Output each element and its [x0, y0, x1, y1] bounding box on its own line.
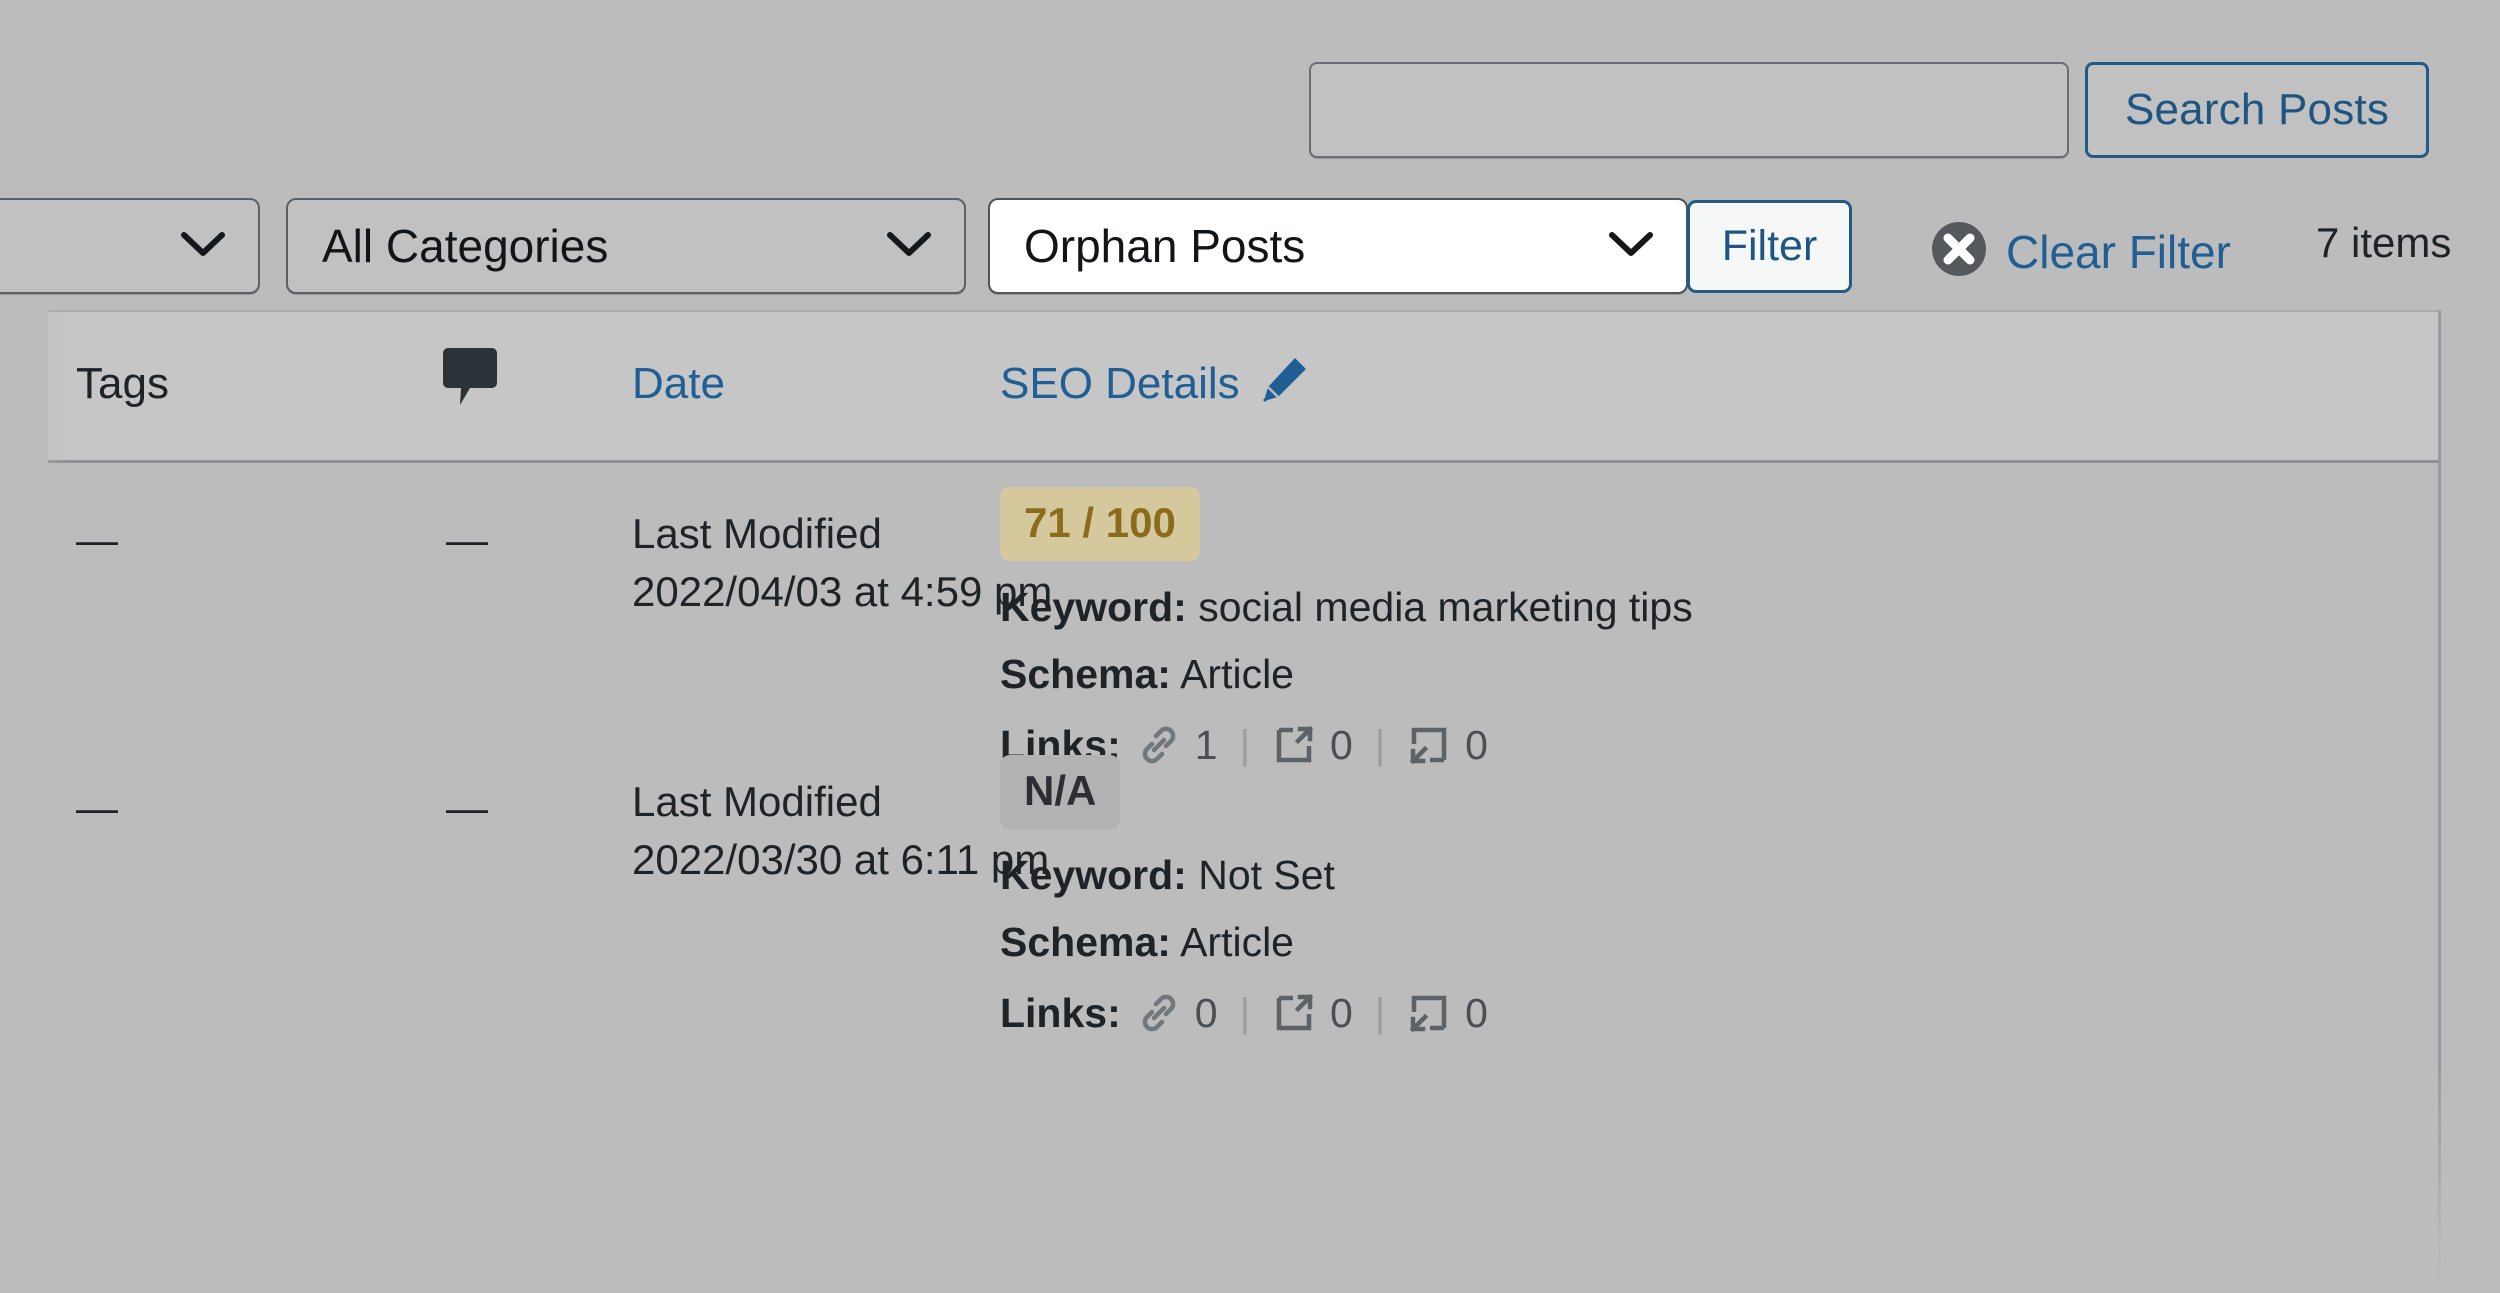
- clear-filter-label: Clear Filter: [2006, 225, 2231, 278]
- schema-value: Article: [1180, 651, 1294, 697]
- inbound-links-count: 0: [1465, 989, 1488, 1036]
- keyword-label: Keyword:: [1000, 852, 1187, 898]
- schema-label: Schema:: [1000, 919, 1171, 965]
- internal-links-count: 0: [1194, 989, 1218, 1036]
- filter-row: All Categories Orphan Posts Filter Clear…: [0, 190, 2500, 310]
- seo-score-badge[interactable]: N/A: [1000, 755, 1121, 829]
- cell-comments: —: [446, 784, 488, 831]
- filter-button[interactable]: Filter: [1687, 200, 1852, 293]
- links-label: Links:: [1000, 989, 1121, 1036]
- links-separator: |: [1239, 991, 1250, 1035]
- date-label: Last Modified: [632, 778, 882, 825]
- search-posts-button[interactable]: Search Posts: [2085, 62, 2429, 158]
- keyword-label: Keyword:: [1000, 584, 1187, 630]
- seo-keyword-line: Keyword: Not Set: [1000, 855, 2380, 896]
- chevron-down-icon: [180, 229, 226, 264]
- seo-schema-line: Schema: Article: [1000, 922, 2380, 963]
- external-links-count: 0: [1329, 989, 1353, 1036]
- post-type-select[interactable]: [0, 198, 260, 294]
- table-row[interactable]: — — Last Modified 2022/04/03 at 4:59 pm …: [48, 463, 2438, 765]
- date-label: Last Modified: [632, 510, 882, 557]
- comment-bubble-icon[interactable]: [442, 344, 498, 414]
- table-row[interactable]: — — Last Modified 2022/03/30 at 6:11 pm …: [48, 731, 2438, 1033]
- schema-value: Article: [1180, 919, 1294, 965]
- cell-seo-details: N/A Keyword: Not Set Schema: Article Lin…: [1000, 755, 2380, 1035]
- date-value: 2022/03/30 at 6:11 pm: [632, 835, 1050, 883]
- seo-details-label: SEO Details: [1000, 359, 1240, 408]
- search-input[interactable]: [1309, 62, 2069, 158]
- search-row: Search Posts: [0, 0, 2500, 190]
- column-header-tags: Tags: [76, 359, 169, 408]
- category-select-label: All Categories: [322, 220, 609, 272]
- links-separator: |: [1374, 991, 1386, 1035]
- items-count: 7 items: [2316, 219, 2452, 266]
- clear-filter-link[interactable]: Clear Filter: [1930, 220, 2231, 283]
- keyword-value: social media marketing tips: [1198, 584, 1693, 630]
- column-header-seo-details[interactable]: SEO Details: [1000, 354, 1310, 414]
- keyword-value: Not Set: [1198, 852, 1335, 898]
- view-filter-select-label: Orphan Posts: [1024, 220, 1306, 272]
- cell-comments: —: [446, 516, 488, 563]
- seo-schema-line: Schema: Article: [1000, 654, 2380, 695]
- cell-date: Last Modified 2022/03/30 at 6:11 pm: [632, 773, 1049, 889]
- clear-circle-x-icon: [1930, 220, 1988, 283]
- view-filter-select[interactable]: Orphan Posts: [988, 198, 1688, 294]
- posts-table: Tags Date SEO Details — — Last Modified …: [48, 310, 2441, 1293]
- inbound-link-icon: [1407, 991, 1451, 1035]
- column-header-date[interactable]: Date: [632, 362, 725, 406]
- cell-date: Last Modified 2022/04/03 at 4:59 pm: [632, 505, 1052, 621]
- cell-seo-details: 71 / 100 Keyword: social media marketing…: [1000, 487, 2380, 767]
- chevron-down-icon: [1608, 229, 1654, 264]
- internal-link-icon: [1137, 991, 1181, 1035]
- external-link-out-icon: [1272, 991, 1316, 1035]
- category-select[interactable]: All Categories: [286, 198, 966, 294]
- schema-label: Schema:: [1000, 651, 1171, 697]
- cell-tags: —: [76, 784, 118, 831]
- seo-keyword-line: Keyword: social media marketing tips: [1000, 587, 2380, 628]
- cell-tags: —: [76, 516, 118, 563]
- pencil-icon[interactable]: [1258, 354, 1310, 414]
- seo-score-badge[interactable]: 71 / 100: [1000, 487, 1200, 561]
- seo-links-line: Links: 0 | 0 | 0: [1000, 991, 2380, 1035]
- table-header-row: Tags Date SEO Details: [48, 310, 2438, 463]
- chevron-down-icon: [886, 229, 932, 264]
- date-value: 2022/04/03 at 4:59 pm: [632, 567, 1053, 615]
